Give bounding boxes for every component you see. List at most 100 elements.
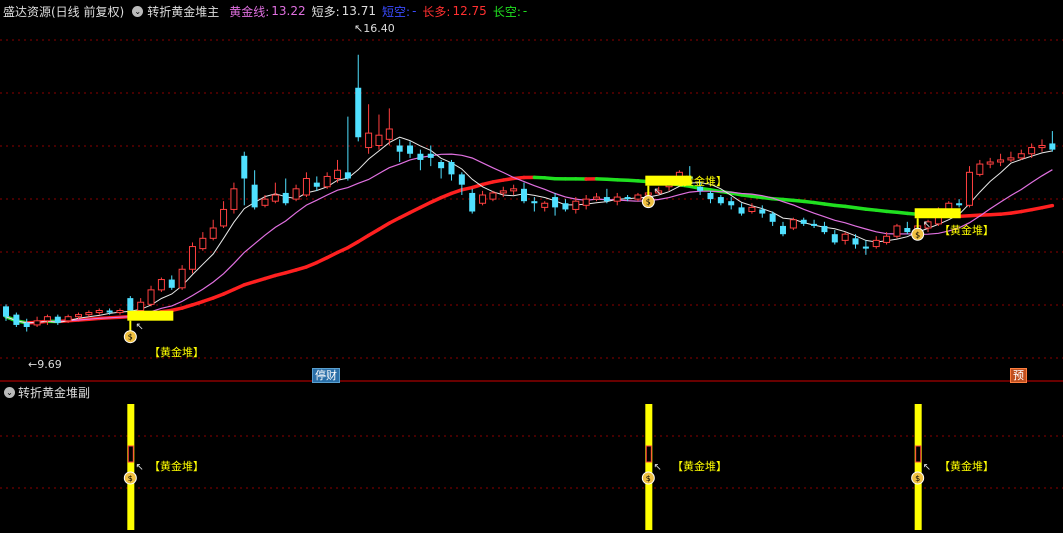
long-long-line-segment: [346, 239, 360, 250]
candle-body: [841, 233, 849, 241]
candle-body: [147, 289, 155, 305]
high-price-label: ↖16.40: [354, 22, 395, 35]
candle-body: [302, 178, 310, 196]
candle-body: [572, 200, 580, 210]
sub-golden-heap-label-3: 【黄金堆】: [939, 460, 994, 473]
long-long-line-segment: [356, 233, 371, 244]
candle-body: [582, 198, 590, 206]
candle-body: [13, 314, 20, 325]
candle-body: [3, 306, 9, 317]
long-empty-label: 长空:: [492, 4, 521, 19]
indicator-name[interactable]: 转折黄金堆主: [147, 3, 219, 20]
main-grid: [0, 39, 1063, 489]
forecast-badge[interactable]: 预: [1010, 368, 1027, 383]
candle-body: [23, 322, 30, 327]
candle-body: [355, 87, 362, 138]
sub-signal-box: [645, 445, 652, 463]
long-long-line-segment: [1040, 203, 1055, 210]
golden-heap-label-2: 【黄金堆】: [672, 175, 727, 188]
sub-golden-heap-bar: [645, 404, 653, 530]
indicator-settings-icon[interactable]: ⌄: [132, 5, 144, 17]
candle-body: [1038, 145, 1046, 149]
candle-body: [407, 145, 414, 154]
candle-body: [831, 234, 838, 243]
candle-body: [613, 196, 621, 202]
candle-body: [862, 246, 869, 249]
candle-body: [893, 225, 901, 237]
candle-body: [251, 184, 258, 208]
candle-body: [997, 159, 1005, 163]
candle-body: [95, 310, 103, 314]
candle-body: [789, 219, 797, 229]
sub-golden-heap-bar: [914, 404, 922, 530]
sub-signal-box: [127, 445, 134, 463]
halt-badge[interactable]: 停财: [312, 368, 340, 383]
stock-title[interactable]: 盛达资源(日线 前复权): [3, 3, 124, 20]
pointer-arrow: ↖: [923, 462, 931, 473]
candle-body: [759, 209, 766, 214]
candle-body: [157, 279, 165, 291]
candle-body: [531, 201, 538, 204]
money-bag-symbol: $: [128, 333, 133, 342]
candle-body: [479, 194, 487, 204]
candle-body: [800, 219, 807, 224]
candle-body: [209, 227, 217, 239]
candle-body: [562, 203, 569, 210]
candle-body: [396, 145, 403, 152]
candle-body: [1028, 147, 1036, 155]
candle-body: [521, 188, 527, 202]
candle-body: [43, 316, 51, 322]
candle-body: [510, 188, 518, 192]
candle-body: [385, 128, 393, 140]
candle-body: [261, 198, 269, 206]
pointer-arrow: ↖: [653, 462, 661, 473]
money-bag-symbol: $: [128, 474, 133, 483]
candle-body: [852, 238, 859, 245]
short-empty-label: 短空:: [382, 4, 411, 19]
candle-body: [334, 169, 342, 179]
candle-body: [106, 310, 113, 313]
candle-body: [634, 194, 642, 200]
main-panel-header: 盛达资源(日线 前复权) ⌄ 转折黄金堆主 黄金线: 13.22 短多: 13.…: [0, 0, 1063, 22]
candlestick-series: [3, 54, 1056, 332]
short-long-label: 短多:: [311, 4, 340, 19]
candle-body: [489, 192, 497, 200]
kline-chart-canvas[interactable]: $↖$↖$↖ $↖$↖$↖: [0, 0, 1063, 533]
golden-heap-bar: [127, 310, 174, 321]
candle-body: [821, 225, 828, 233]
pointer-arrow: ↖: [923, 219, 931, 230]
money-bag-symbol: $: [646, 198, 651, 207]
candle-body: [541, 202, 549, 208]
golden-heap-label-3: 【黄金堆】: [939, 224, 994, 237]
candle-body: [282, 192, 289, 204]
sub-indicator-panel: $↖$↖$↖: [123, 404, 931, 530]
candle-body: [904, 228, 911, 233]
sub-signal-box: [915, 445, 922, 463]
candle-body: [780, 225, 786, 235]
candle-body: [365, 132, 373, 149]
candle-body: [241, 155, 248, 179]
candle-body: [769, 213, 776, 222]
candle-body: [127, 298, 134, 311]
sub-panel-header: ⌄ 转折黄金堆副: [0, 382, 1063, 402]
candle-body: [499, 190, 507, 194]
candle-body: [292, 188, 300, 200]
candle-body: [375, 134, 383, 146]
money-bag-symbol: $: [646, 474, 651, 483]
candle-body: [976, 163, 984, 175]
candle-body: [230, 188, 238, 210]
candle-body: [986, 161, 994, 165]
candle-body: [271, 194, 279, 202]
candle-body: [1049, 143, 1056, 150]
candle-body: [427, 153, 434, 158]
short-empty-value: -: [412, 4, 417, 18]
candle-body: [137, 301, 145, 311]
candle-body: [33, 320, 41, 326]
candle-body: [85, 312, 93, 316]
sub-indicator-name[interactable]: 转折黄金堆副: [18, 384, 90, 401]
long-long-label: 长多:: [422, 4, 451, 19]
pointer-arrow: ↖: [653, 187, 661, 198]
candle-body: [54, 316, 61, 323]
money-bag-symbol: $: [915, 230, 920, 239]
sub-indicator-settings-icon[interactable]: ⌄: [4, 386, 15, 398]
